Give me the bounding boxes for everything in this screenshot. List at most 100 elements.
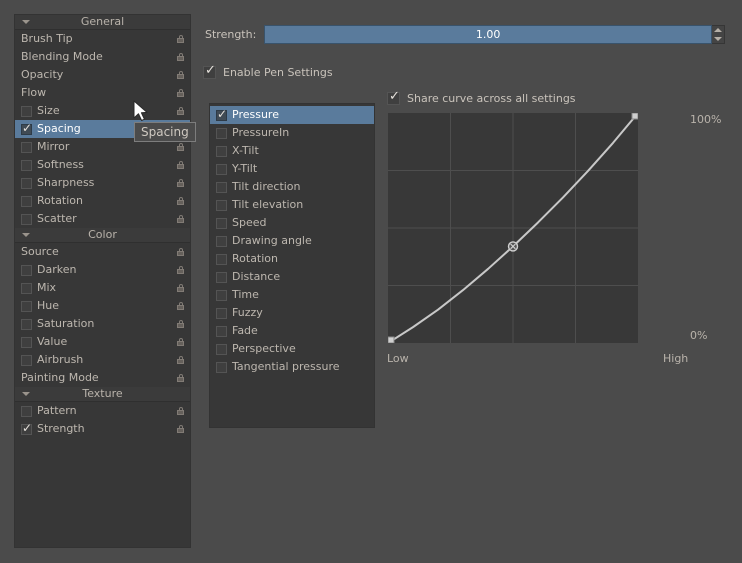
sensor-item-drawing-angle[interactable]: Drawing angle [210,232,374,250]
strength-slider[interactable]: 1.00 [264,25,712,44]
sensor-item-checkbox[interactable] [216,217,227,229]
tree-item-checkbox[interactable] [21,282,32,294]
sensor-item-checkbox[interactable] [216,253,227,265]
tree-item-mix[interactable]: Mix [15,279,190,297]
tree-item-rotation[interactable]: Rotation [15,192,190,210]
tree-item-checkbox[interactable] [21,121,32,135]
sensor-item-checkbox[interactable] [216,289,227,301]
sensor-item-checkbox[interactable] [216,127,227,139]
lock-icon[interactable] [177,356,184,364]
strength-spinbox[interactable] [712,25,725,44]
tree-group-header-texture[interactable]: Texture [15,387,190,402]
sensor-item-tilt-direction[interactable]: Tilt direction [210,178,374,196]
tree-item-checkbox[interactable] [21,264,32,276]
sensor-item-pressurein[interactable]: PressureIn [210,124,374,142]
share-curve-row[interactable]: Share curve across all settings [387,89,576,105]
sensor-item-checkbox[interactable] [216,325,227,337]
tree-item-brush-tip[interactable]: Brush Tip [15,30,190,48]
sensor-item-checkbox[interactable] [216,307,227,319]
sensor-item-checkbox[interactable] [216,163,227,175]
tree-item-checkbox[interactable] [21,318,32,330]
sensor-item-checkbox[interactable] [216,361,227,373]
tree-item-checkbox[interactable] [21,141,32,153]
sensor-list[interactable]: Pressure PressureIn X-Tilt Y-Tilt Tilt direc… [209,103,375,428]
tree-item-checkbox[interactable] [21,159,32,171]
enable-pen-settings-checkbox[interactable] [203,63,216,79]
tree-item-sharpness[interactable]: Sharpness [15,174,190,192]
lock-icon[interactable] [177,107,184,115]
tree-item-hue[interactable]: Hue [15,297,190,315]
sensor-item-fuzzy[interactable]: Fuzzy [210,304,374,322]
response-curve-svg[interactable] [388,113,638,343]
lock-icon[interactable] [177,338,184,346]
tree-item-airbrush[interactable]: Airbrush [15,351,190,369]
sensor-item-pressure[interactable]: Pressure [210,106,374,124]
tree-item-pattern[interactable]: Pattern [15,402,190,420]
sensor-item-x-tilt[interactable]: X-Tilt [210,142,374,160]
lock-icon[interactable] [177,284,184,292]
tree-item-checkbox[interactable] [21,195,32,207]
lock-icon[interactable] [177,179,184,187]
tree-item-opacity[interactable]: Opacity [15,66,190,84]
settings-tree-panel[interactable]: General Brush Tip Blending Mode Opacity Flow… [14,14,191,548]
chevron-down-icon[interactable] [22,233,30,237]
lock-icon[interactable] [177,143,184,151]
lock-icon[interactable] [177,320,184,328]
tree-item-blending-mode[interactable]: Blending Mode [15,48,190,66]
lock-icon[interactable] [177,35,184,43]
chevron-down-icon[interactable] [22,20,30,24]
tree-item-source[interactable]: Source [15,243,190,261]
sensor-item-perspective[interactable]: Perspective [210,340,374,358]
tree-item-checkbox[interactable] [21,405,32,417]
tree-item-painting-mode[interactable]: Painting Mode [15,369,190,387]
tree-item-checkbox[interactable] [21,177,32,189]
chevron-down-icon[interactable] [22,392,30,396]
sensor-item-tangential-pressure[interactable]: Tangential pressure [210,358,374,376]
sensor-item-speed[interactable]: Speed [210,214,374,232]
sensor-item-checkbox[interactable] [216,199,227,211]
lock-icon[interactable] [177,89,184,97]
tree-item-checkbox[interactable] [21,300,32,312]
lock-icon[interactable] [177,248,184,256]
tree-item-checkbox[interactable] [21,336,32,348]
lock-icon[interactable] [177,215,184,223]
lock-icon[interactable] [177,407,184,415]
sensor-item-rotation[interactable]: Rotation [210,250,374,268]
tree-group-header-color[interactable]: Color [15,228,190,243]
tree-item-softness[interactable]: Softness [15,156,190,174]
tree-item-saturation[interactable]: Saturation [15,315,190,333]
lock-icon[interactable] [177,266,184,274]
tree-item-value[interactable]: Value [15,333,190,351]
sensor-item-tilt-elevation[interactable]: Tilt elevation [210,196,374,214]
spin-up-icon[interactable] [714,28,722,33]
tree-item-flow[interactable]: Flow [15,84,190,102]
lock-icon[interactable] [177,161,184,169]
tree-item-size[interactable]: Size [15,102,190,120]
sensor-item-checkbox[interactable] [216,271,227,283]
sensor-item-checkbox[interactable] [216,181,227,193]
tree-item-strength[interactable]: Strength [15,420,190,438]
tree-item-checkbox[interactable] [21,421,32,435]
response-curve-editor[interactable] [388,113,638,343]
sensor-item-time[interactable]: Time [210,286,374,304]
spin-down-icon[interactable] [714,36,722,41]
enable-pen-settings-row[interactable]: Enable Pen Settings [203,63,333,79]
tree-item-scatter[interactable]: Scatter [15,210,190,228]
tree-group-header-general[interactable]: General [15,15,190,30]
lock-icon[interactable] [177,71,184,79]
sensor-item-checkbox[interactable] [216,343,227,355]
lock-icon[interactable] [177,302,184,310]
lock-icon[interactable] [177,425,184,433]
sensor-item-distance[interactable]: Distance [210,268,374,286]
lock-icon[interactable] [177,53,184,61]
tree-item-darken[interactable]: Darken [15,261,190,279]
tree-item-checkbox[interactable] [21,105,32,117]
lock-icon[interactable] [177,197,184,205]
sensor-item-fade[interactable]: Fade [210,322,374,340]
lock-icon[interactable] [177,374,184,382]
tree-item-checkbox[interactable] [21,213,32,225]
sensor-item-checkbox[interactable] [216,107,227,121]
share-curve-checkbox[interactable] [387,89,400,105]
sensor-item-y-tilt[interactable]: Y-Tilt [210,160,374,178]
tree-item-checkbox[interactable] [21,354,32,366]
